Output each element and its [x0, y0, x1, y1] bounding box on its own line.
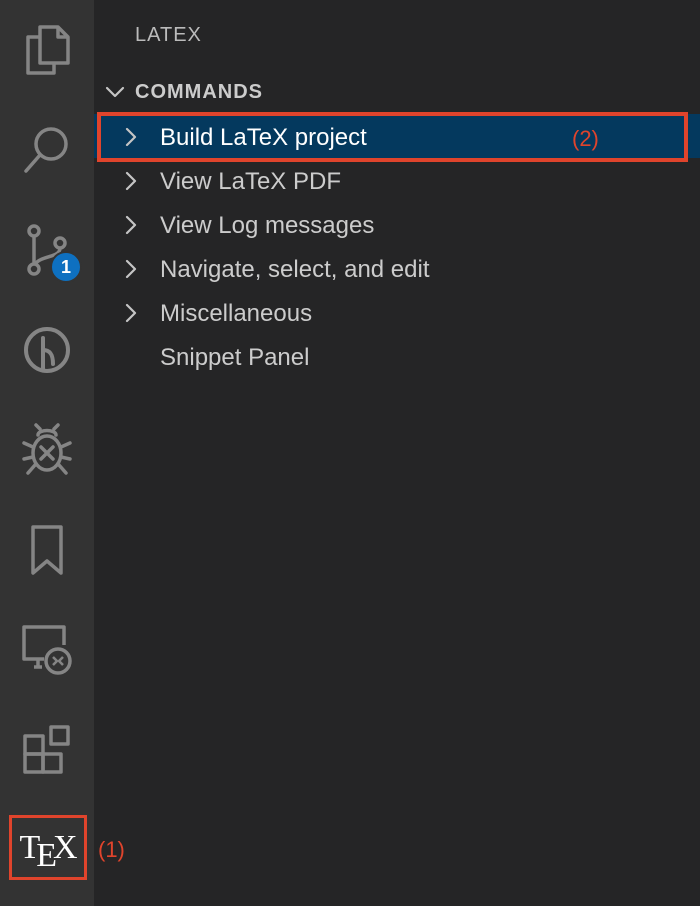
- search-button[interactable]: [0, 100, 94, 200]
- bookmark-icon: [31, 525, 63, 575]
- annotation-highlight-box: [97, 112, 688, 162]
- tree-item-label: Navigate, select, and edit: [160, 256, 430, 283]
- commands-section-header[interactable]: COMMANDS: [94, 70, 700, 114]
- source-control-badge: 1: [50, 251, 82, 283]
- bookmarks-button[interactable]: [0, 500, 94, 600]
- tree-item-label: View Log messages: [160, 212, 375, 239]
- tree-item-view-log-messages[interactable]: View Log messages: [94, 202, 700, 246]
- tree-item-label: Miscellaneous: [160, 300, 313, 327]
- tex-icon: TEX: [19, 828, 77, 874]
- section-label: COMMANDS: [135, 81, 263, 103]
- chevron-right-icon: [125, 171, 137, 191]
- chevron-down-icon: [105, 86, 125, 98]
- source-control-button[interactable]: [0, 200, 94, 300]
- tree-item-navigate-select-edit[interactable]: Navigate, select, and edit: [94, 246, 700, 290]
- tree-item-view-latex-pdf[interactable]: View LaTeX PDF: [94, 158, 700, 202]
- extensions-button[interactable]: [0, 700, 94, 800]
- debug-icon: [22, 423, 72, 475]
- tree-item-label: View LaTeX PDF: [160, 168, 341, 195]
- chevron-right-icon: [125, 215, 137, 235]
- chevron-right-icon: [125, 259, 137, 279]
- gitlens-button[interactable]: [0, 300, 94, 400]
- sidebar-title: LATEX: [135, 24, 202, 46]
- tree-item-snippet-panel[interactable]: Snippet Panel: [94, 334, 700, 378]
- tree-item-miscellaneous[interactable]: Miscellaneous: [94, 290, 700, 334]
- extensions-icon: [23, 725, 70, 774]
- chevron-right-icon: [125, 303, 137, 323]
- annotation-label-1: (1): [98, 837, 125, 862]
- files-icon: [26, 25, 70, 75]
- remote-explorer-icon: [22, 625, 72, 675]
- tree-item-label: Snippet Panel: [160, 344, 310, 371]
- debug-button[interactable]: [0, 400, 94, 500]
- remote-explorer-button[interactable]: [0, 600, 94, 700]
- tex-button[interactable]: TEX: [9, 815, 87, 880]
- explorer-button[interactable]: [0, 0, 94, 100]
- gitlens-icon: [24, 327, 70, 373]
- activity-bar: 1 T E X: [0, 0, 94, 906]
- search-icon: [24, 127, 68, 173]
